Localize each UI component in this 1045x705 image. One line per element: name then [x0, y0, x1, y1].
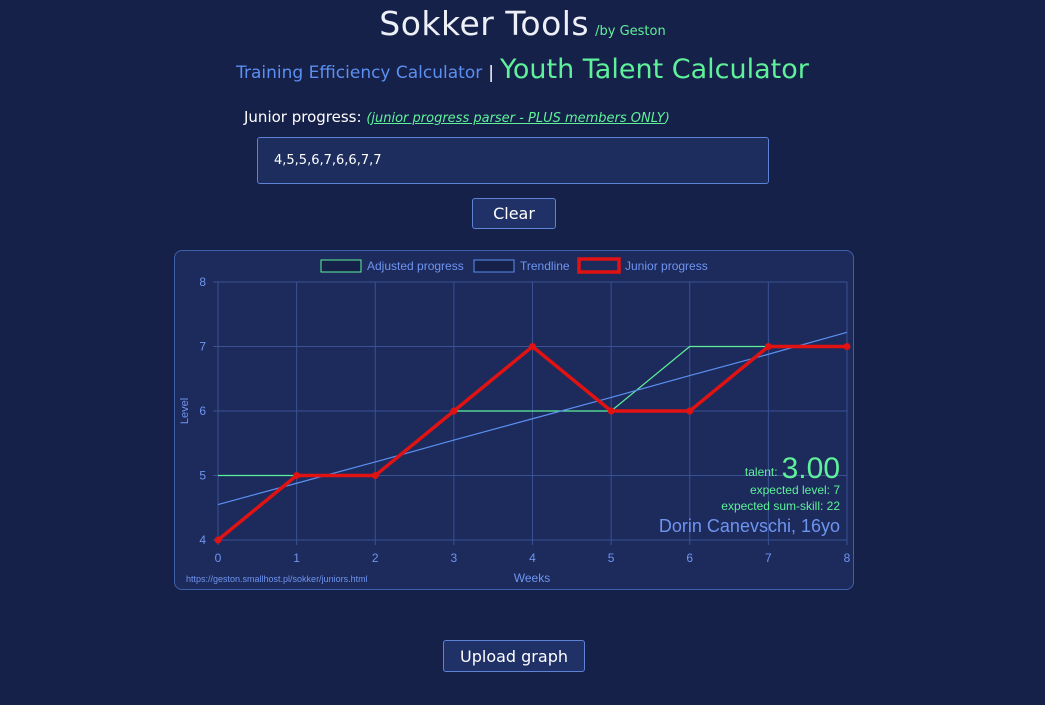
junior-progress-point [607, 407, 615, 415]
parser-note: (junior progress parser - PLUS members O… [366, 111, 669, 126]
talent-label: talent: [745, 465, 778, 479]
x-tick-label: 3 [451, 551, 458, 565]
y-tick-label: 8 [199, 275, 206, 289]
chart-legend[interactable]: Adjusted progress Trendline Junior progres… [320, 257, 708, 274]
clear-button[interactable]: Clear [472, 198, 556, 229]
chart-url: https://geston.smallhost.pl/sokker/junio… [186, 574, 368, 584]
junior-progress-point [293, 472, 301, 479]
author-byline: /by Geston [595, 24, 666, 39]
upload-graph-button[interactable]: Upload graph [443, 640, 585, 672]
x-tick-label: 7 [765, 551, 772, 565]
x-tick-label: 0 [215, 551, 222, 565]
x-tick-label: 5 [608, 551, 615, 565]
junior-progress-point [450, 407, 458, 415]
junior-progress-point [371, 472, 379, 479]
y-tick-label: 6 [199, 404, 206, 418]
page-title: Sokker Tools [379, 4, 590, 43]
calculator-nav: Training Efficiency Calculator | Youth Tal… [0, 54, 1045, 85]
talent-line: talent: 3.00 [745, 452, 840, 485]
expected-sum-skill: expected sum-skill: 22 [721, 499, 840, 513]
x-tick-label: 2 [372, 551, 379, 565]
chart-panel: Level Weeks 0 1 2 3 4 5 6 7 8 4 5 6 7 8 Adjusted prog… [174, 250, 854, 590]
training-efficiency-link[interactable]: Training Efficiency Calculator [236, 63, 482, 83]
x-tick-label: 1 [293, 551, 300, 565]
y-tick-label: 4 [199, 533, 206, 547]
progress-chart: Level Weeks 0 1 2 3 4 5 6 7 8 4 5 6 7 8 Adjusted prog… [179, 257, 851, 585]
x-tick-label: 6 [686, 551, 693, 565]
talent-annotation: talent: 3.00 expected level: 7 expected s… [186, 452, 840, 584]
y-tick-label: 7 [199, 340, 206, 354]
x-axis-title: Weeks [514, 571, 550, 585]
nav-separator: | [488, 63, 494, 83]
legend-swatch[interactable] [577, 257, 621, 274]
junior-progress-point [214, 536, 222, 544]
junior-progress-point [529, 343, 536, 350]
progress-label-row: Junior progress: (junior progress parser… [244, 108, 670, 126]
legend-label[interactable]: Trendline [520, 259, 570, 273]
parser-close-paren: ) [664, 111, 670, 126]
header: Sokker Tools/by Geston [0, 4, 1045, 43]
y-tick-label: 5 [199, 469, 206, 483]
expected-level: expected level: 7 [750, 483, 840, 497]
legend-swatch[interactable] [473, 259, 515, 273]
junior-progress-input[interactable] [257, 137, 769, 184]
junior-progress-point [843, 343, 851, 350]
parser-link[interactable]: junior progress parser - PLUS members ON… [371, 111, 664, 126]
legend-label[interactable]: Adjusted progress [367, 259, 464, 273]
chart-axes: Level Weeks 0 1 2 3 4 5 6 7 8 4 5 6 7 8 [179, 275, 851, 585]
y-axis-title: Level [179, 398, 191, 424]
progress-label: Junior progress: [244, 108, 362, 126]
player-name: Dorin Canevschi, 16yo [659, 516, 840, 536]
junior-progress-point [764, 343, 772, 350]
legend-swatch[interactable] [320, 259, 362, 273]
legend-label[interactable]: Junior progress [625, 259, 708, 273]
x-tick-label: 4 [529, 551, 536, 565]
youth-talent-link[interactable]: Youth Talent Calculator [500, 54, 809, 85]
junior-progress-point [686, 407, 694, 415]
talent-value: 3.00 [782, 452, 840, 485]
x-tick-label: 8 [844, 551, 851, 565]
